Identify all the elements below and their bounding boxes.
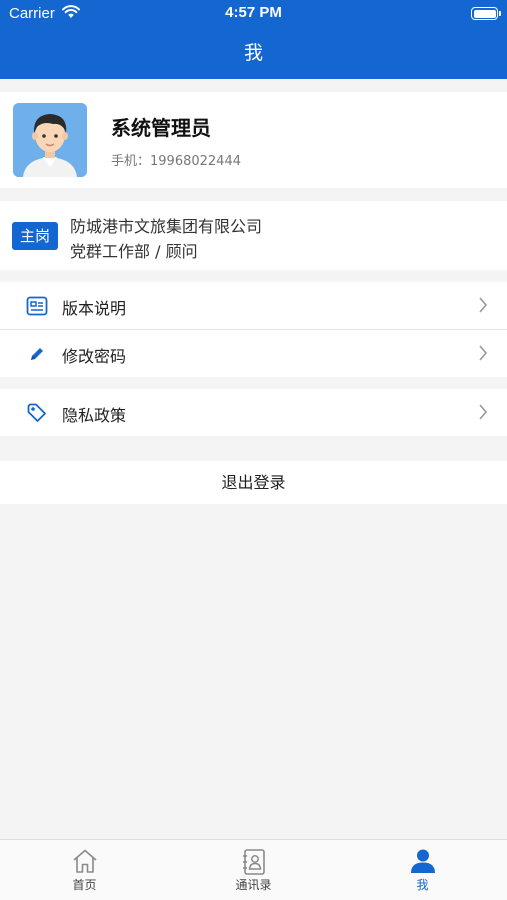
company-name: 防城港市文旅集团有限公司 — [70, 217, 263, 236]
status-bar: Carrier 4:57 PM — [0, 0, 507, 28]
document-icon — [26, 296, 48, 316]
post-card: 主岗 防城港市文旅集团有限公司 党群工作部 / 顾问 — [0, 201, 507, 270]
tab-home[interactable]: 首页 — [0, 840, 169, 900]
phone-number: 19968022444 — [150, 154, 241, 169]
logout-button[interactable]: 退出登录 — [0, 461, 507, 504]
tag-icon — [27, 403, 46, 422]
chevron-right-icon — [479, 404, 488, 420]
page-title: 我 — [243, 42, 263, 64]
home-icon — [72, 849, 97, 873]
tab-bar: 首页 通讯录 我 — [0, 839, 507, 900]
avatar[interactable] — [13, 103, 87, 177]
chevron-right-icon — [479, 297, 488, 313]
user-name: 系统管理员 — [111, 116, 211, 140]
menu-item-privacy[interactable]: 隐私政策 — [0, 389, 507, 436]
chevron-right-icon — [479, 345, 488, 361]
menu-item-label: 修改密码 — [62, 347, 127, 366]
tab-label: 首页 — [72, 878, 97, 892]
battery-icon — [471, 7, 501, 20]
avatar-illustration — [13, 103, 87, 177]
pencil-icon — [31, 348, 43, 360]
tab-me[interactable]: 我 — [338, 840, 507, 900]
tab-contacts[interactable]: 通讯录 — [169, 840, 338, 900]
person-icon — [410, 849, 435, 873]
phone-line: 手机：19968022444 — [111, 150, 241, 169]
tab-label: 通讯录 — [235, 878, 272, 892]
nav-header: Carrier 4:57 PM 我 — [0, 0, 507, 79]
menu-item-label: 版本说明 — [62, 299, 127, 318]
profile-card[interactable]: 系统管理员 手机：19968022444 — [0, 92, 507, 188]
clock: 4:57 PM — [225, 4, 282, 21]
post-badge: 主岗 — [12, 222, 58, 250]
phone-label: 手机： — [111, 154, 151, 169]
department-name: 党群工作部 / 顾问 — [70, 242, 198, 261]
menu-item-change-password[interactable]: 修改密码 — [0, 330, 507, 377]
contacts-icon — [242, 849, 265, 875]
tab-label: 我 — [416, 878, 429, 892]
menu-item-label: 隐私政策 — [62, 406, 127, 425]
menu-item-version[interactable]: 版本说明 — [0, 282, 507, 329]
